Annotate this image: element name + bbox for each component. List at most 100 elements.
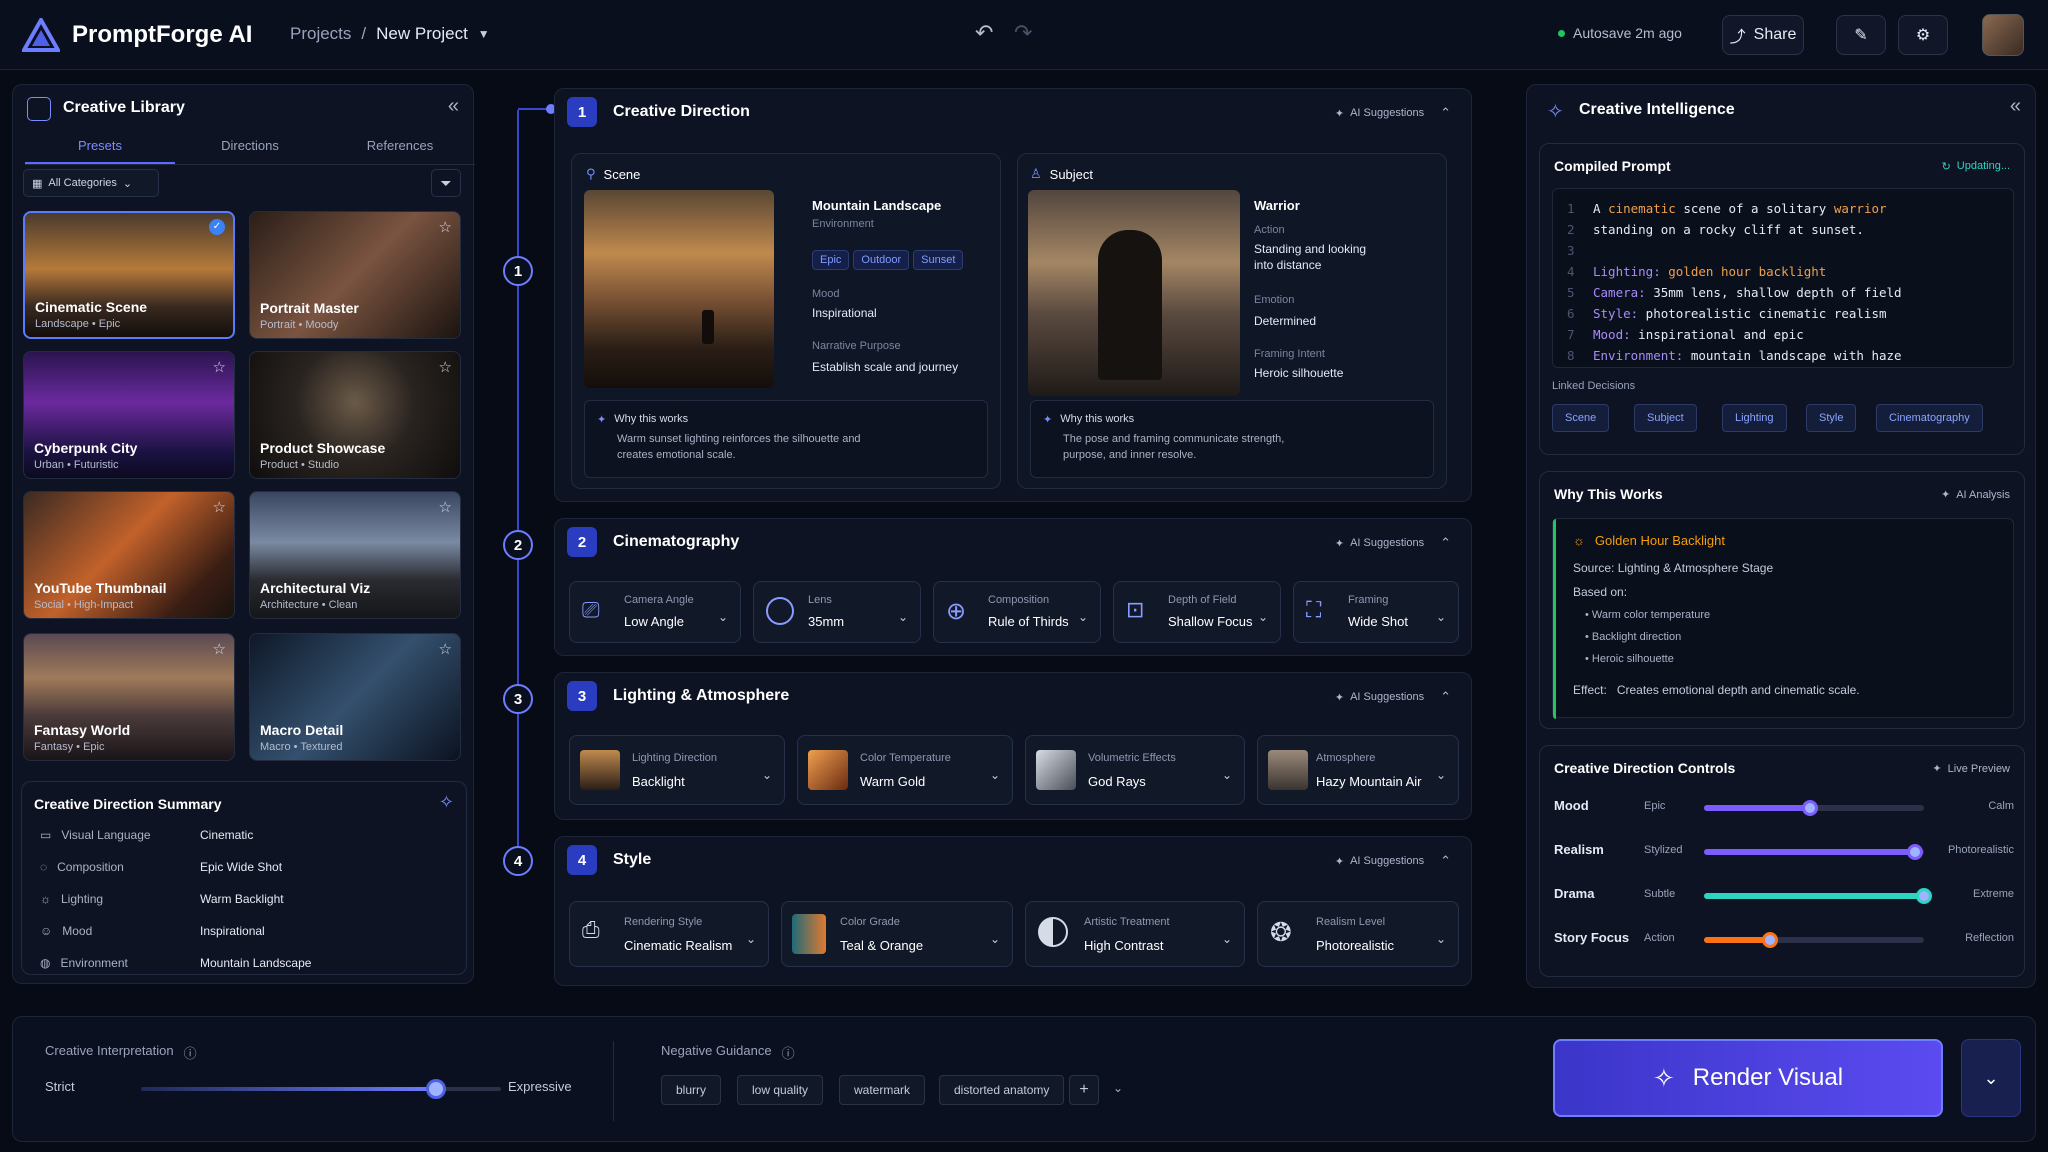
code-line: 5 Camera: 35mm lens, shallow depth of fie… xyxy=(1567,285,1902,300)
category-filter-dropdown[interactable]: ▦ All Categories ⌄ xyxy=(23,169,159,197)
color-grade-dropdown[interactable]: Color Grade Teal & Orange ⌄ xyxy=(781,901,1013,967)
artistic-treatment-dropdown[interactable]: Artistic Treatment High Contrast ⌄ xyxy=(1025,901,1245,967)
dropdown-value: Wide Shot xyxy=(1348,614,1408,629)
edit-button[interactable]: ✎ xyxy=(1836,15,1886,55)
step-1-indicator[interactable]: 1 xyxy=(503,256,533,286)
star-icon[interactable]: ☆ xyxy=(213,640,226,658)
composition-dropdown[interactable]: ⊕ Composition Rule of Thirds ⌄ xyxy=(933,581,1101,643)
star-icon[interactable]: ☆ xyxy=(213,358,226,376)
brand[interactable]: PromptForge AI xyxy=(22,18,252,52)
slider-knob[interactable] xyxy=(1762,932,1778,948)
color-temperature-dropdown[interactable]: Color Temperature Warm Gold ⌄ xyxy=(797,735,1013,805)
linked-chip-style[interactable]: Style xyxy=(1806,404,1857,432)
step-3-indicator[interactable]: 3 xyxy=(503,684,533,714)
interpretation-knob[interactable] xyxy=(426,1079,447,1099)
share-button[interactable]: ⤴ Share xyxy=(1722,15,1804,55)
tab-references[interactable]: References xyxy=(325,129,475,164)
collapse-left-icon[interactable]: « xyxy=(448,95,459,118)
camera-angle-dropdown[interactable]: ⎚ Camera Angle Low Angle ⌄ xyxy=(569,581,741,643)
slider-knob[interactable] xyxy=(1916,888,1932,904)
lighting-thumbnail xyxy=(580,750,620,790)
breadcrumb-projects[interactable]: Projects xyxy=(290,24,351,44)
volumetric-effects-dropdown[interactable]: Volumetric Effects God Rays ⌄ xyxy=(1025,735,1245,805)
step-2-indicator[interactable]: 2 xyxy=(503,530,533,560)
god-rays-thumbnail xyxy=(1036,750,1076,790)
slider-track[interactable] xyxy=(1704,932,1924,948)
filter-button[interactable]: ⏷ xyxy=(431,169,461,197)
info-icon[interactable]: ⓘ xyxy=(184,1043,197,1062)
prompt-editor[interactable]: 1A cinematic scene of a solitary warrior… xyxy=(1552,188,2014,368)
negative-tag[interactable]: blurry xyxy=(661,1075,722,1105)
why-text: purpose, and inner resolve. xyxy=(1063,449,1197,461)
render-visual-button[interactable]: ✧ Render Visual xyxy=(1553,1039,1943,1117)
subject-card[interactable]: ♙ Subject Warrior Action Standing and loo… xyxy=(1017,153,1447,489)
render-options-button[interactable]: ⌄ xyxy=(1961,1039,2021,1117)
negative-tag[interactable]: distorted anatomy xyxy=(939,1075,1065,1105)
dropdown-value: Warm Gold xyxy=(860,774,926,789)
scene-tag[interactable]: Outdoor xyxy=(853,250,910,270)
star-icon[interactable]: ☆ xyxy=(213,498,226,516)
tab-presets[interactable]: Presets xyxy=(25,129,175,164)
preset-card[interactable]: ☆ YouTube Thumbnail Social • High-Impact xyxy=(23,491,235,619)
slider-knob[interactable] xyxy=(1907,844,1924,860)
breadcrumb-current-project[interactable]: New Project xyxy=(376,24,468,44)
rendering-style-dropdown[interactable]: ⎙ Rendering Style Cinematic Realism ⌄ xyxy=(569,901,769,967)
preset-card[interactable]: ☆ Architectural Viz Architecture • Clean xyxy=(249,491,461,619)
chevron-down-icon[interactable]: ⌄ xyxy=(1113,1081,1123,1095)
star-icon[interactable]: ☆ xyxy=(439,640,452,658)
lens-dropdown[interactable]: Lens 35mm ⌄ xyxy=(753,581,921,643)
slider-track[interactable] xyxy=(1704,888,1932,904)
chevron-down-icon: ⌄ xyxy=(1435,932,1446,946)
linked-chip-lighting[interactable]: Lighting xyxy=(1722,404,1787,432)
strict-label: Strict xyxy=(45,1079,75,1094)
collapse-right-icon[interactable]: « xyxy=(2010,95,2021,118)
divider xyxy=(613,1041,614,1121)
section-number: 3 xyxy=(567,681,597,711)
ai-suggestions-toggle[interactable]: ✦ AI Suggestions ⌃ xyxy=(1335,535,1451,551)
linked-chip-subject[interactable]: Subject xyxy=(1634,404,1697,432)
ai-suggestions-toggle[interactable]: ✦ AI Suggestions ⌃ xyxy=(1335,105,1451,121)
lighting-direction-dropdown[interactable]: Lighting Direction Backlight ⌄ xyxy=(569,735,785,805)
preset-card[interactable]: ✓ Cinematic Scene Landscape • Epic xyxy=(23,211,235,339)
preset-card[interactable]: ☆ Fantasy World Fantasy • Epic xyxy=(23,633,235,761)
ai-suggestions-toggle[interactable]: ✦ AI Suggestions ⌃ xyxy=(1335,853,1451,869)
chevron-up-icon: ⌃ xyxy=(1440,689,1451,704)
linked-chip-cinematography[interactable]: Cinematography xyxy=(1876,404,1983,432)
scene-tag[interactable]: Epic xyxy=(812,250,850,270)
scene-tag[interactable]: Sunset xyxy=(913,250,964,270)
chevron-down-icon[interactable]: ▼ xyxy=(478,27,490,41)
sparkle-icon: ✦ xyxy=(1334,537,1345,550)
negative-tag[interactable]: low quality xyxy=(737,1075,824,1105)
step-4-indicator[interactable]: 4 xyxy=(503,846,533,876)
interpretation-slider[interactable] xyxy=(141,1079,501,1099)
tab-directions[interactable]: Directions xyxy=(175,129,325,164)
undo-icon[interactable]: ↶ xyxy=(975,20,993,46)
settings-button[interactable]: ⚙ xyxy=(1898,15,1948,55)
preset-card[interactable]: ☆ Portrait Master Portrait • Moody xyxy=(249,211,461,339)
chevron-up-icon: ⌃ xyxy=(1440,105,1451,120)
preset-card[interactable]: ☆ Macro Detail Macro • Textured xyxy=(249,633,461,761)
realism-level-dropdown[interactable]: ❂ Realism Level Photorealistic ⌄ xyxy=(1257,901,1459,967)
chevron-down-icon: ⌄ xyxy=(1257,610,1268,624)
star-icon[interactable]: ☆ xyxy=(439,498,452,516)
subject-why-box: ✦ Why this works The pose and framing com… xyxy=(1030,400,1434,478)
breadcrumb: Projects / New Project ▼ xyxy=(290,24,490,44)
info-icon[interactable]: ⓘ xyxy=(782,1043,795,1062)
slider-track[interactable] xyxy=(1704,844,1924,860)
slider-track[interactable] xyxy=(1704,800,1924,816)
preset-card[interactable]: ☆ Cyberpunk City Urban • Futuristic xyxy=(23,351,235,479)
avatar[interactable] xyxy=(1982,14,2024,56)
star-icon[interactable]: ☆ xyxy=(439,358,452,376)
depth-of-field-dropdown[interactable]: ⊡ Depth of Field Shallow Focus ⌄ xyxy=(1113,581,1281,643)
framing-dropdown[interactable]: ⛶ Framing Wide Shot ⌄ xyxy=(1293,581,1459,643)
add-negative-button[interactable]: + xyxy=(1069,1075,1099,1105)
scene-card[interactable]: ⚲ Scene Mountain Landscape Environment Ep… xyxy=(571,153,1001,489)
negative-tag[interactable]: watermark xyxy=(839,1075,926,1105)
star-icon[interactable]: ☆ xyxy=(439,218,452,236)
atmosphere-dropdown[interactable]: Atmosphere Hazy Mountain Air ⌄ xyxy=(1257,735,1459,805)
ai-suggestions-toggle[interactable]: ✦ AI Suggestions ⌃ xyxy=(1335,689,1451,705)
redo-icon[interactable]: ↷ xyxy=(1014,20,1032,46)
preset-card[interactable]: ☆ Product Showcase Product • Studio xyxy=(249,351,461,479)
slider-knob[interactable] xyxy=(1801,800,1818,816)
linked-chip-scene[interactable]: Scene xyxy=(1552,404,1610,432)
